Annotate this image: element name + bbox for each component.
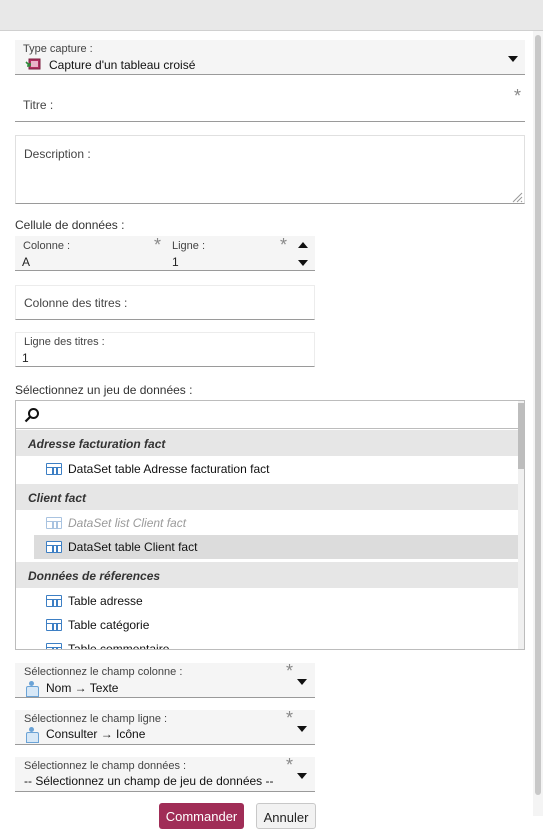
page-scrollbar-thumb[interactable] [535,35,541,795]
chevron-down-icon[interactable] [297,773,307,779]
table-icon [46,517,62,529]
colonne-label: Colonne : [23,240,71,252]
ligne-input[interactable]: 1 [172,255,179,269]
chevron-down-icon[interactable] [297,679,307,685]
table-icon [46,643,62,649]
colonne-titres-field[interactable]: Colonne des titres : [15,285,315,320]
field-icon [26,681,39,697]
page-scrollbar[interactable] [533,31,543,816]
required-asterisk-icon: * [286,708,294,728]
champ-donnees-label: Sélectionnez le champ données : [24,760,187,772]
required-asterisk-icon: * [286,755,294,775]
champ-donnees-select[interactable]: Sélectionnez le champ données : * -- Sél… [15,755,315,792]
list-item[interactable]: Table adresse [34,589,519,613]
cellule-section-title: Cellule de données : [15,218,125,232]
required-asterisk-icon: * [514,86,522,106]
list-item[interactable]: Table catégorie [34,613,519,637]
resize-handle-icon[interactable] [511,190,523,203]
description-field[interactable]: Description : [15,135,525,204]
titre-field[interactable]: Titre : * [15,87,525,122]
table-icon [46,595,62,607]
dataset-list: Adresse facturation fact DataSet table A… [15,400,525,650]
colonne-input[interactable]: A [22,255,30,269]
colonne-titres-label: Colonne des titres : [24,296,128,310]
dataset-list-scrollbar-thumb[interactable] [518,403,524,469]
champ-colonne-value: Nom → Texte [46,681,119,695]
champ-colonne-label: Sélectionnez le champ colonne : [24,666,183,678]
search-icon [24,407,40,423]
champ-donnees-value: -- Sélectionnez un champ de jeu de donné… [24,774,274,788]
group-header: Client fact [16,484,519,510]
type-capture-value: Capture d'un tableau croisé [49,58,196,72]
list-item[interactable]: Table commentaire [34,637,519,649]
commander-button[interactable]: Commander [159,803,244,829]
titre-label: Titre : [23,98,54,112]
ligne-titres-field[interactable]: Ligne des titres : 1 [15,332,315,367]
table-icon [46,541,62,553]
dataset-search-input[interactable] [16,401,524,429]
ligne-titres-input[interactable]: 1 [22,351,29,365]
list-item-selected[interactable]: DataSet table Client fact [34,535,519,559]
required-asterisk-icon: * [280,235,288,255]
champ-ligne-select[interactable]: Sélectionnez le champ ligne : * Consulte… [15,708,315,745]
chevron-down-icon[interactable] [508,56,518,62]
ligne-stepper[interactable] [292,236,315,271]
capture-icon [25,58,41,71]
group-header: Données de réferences [16,562,519,588]
champ-ligne-value: Consulter → Icône [46,727,146,741]
champ-ligne-label: Sélectionnez le champ ligne : [24,713,168,725]
champ-colonne-select[interactable]: Sélectionnez le champ colonne : * Nom → … [15,661,315,698]
type-capture-select[interactable]: Type capture : Capture d'un tableau croi… [15,40,525,75]
cellule-field: Colonne : * A Ligne : * 1 [15,236,292,271]
chevron-down-icon[interactable] [297,726,307,732]
type-capture-label: Type capture : [23,43,93,55]
annuler-button[interactable]: Annuler [256,803,316,829]
list-item: DataSet list Client fact [34,511,519,535]
ligne-label: Ligne : [172,240,206,252]
dataset-section-title: Sélectionnez un jeu de données : [15,383,193,397]
stepper-down-icon[interactable] [298,260,308,266]
required-asterisk-icon: * [154,235,162,255]
ligne-titres-label: Ligne des titres : [24,336,105,348]
field-icon [26,727,39,743]
group-header: Adresse facturation fact [16,430,519,456]
dataset-list-scrollbar[interactable] [518,401,524,649]
description-label: Description : [24,147,91,161]
window-top-bar [0,0,543,31]
table-icon [46,463,62,475]
table-icon [46,619,62,631]
stepper-up-icon[interactable] [298,242,308,248]
list-item[interactable]: DataSet table Adresse facturation fact [34,457,519,481]
required-asterisk-icon: * [286,661,294,681]
